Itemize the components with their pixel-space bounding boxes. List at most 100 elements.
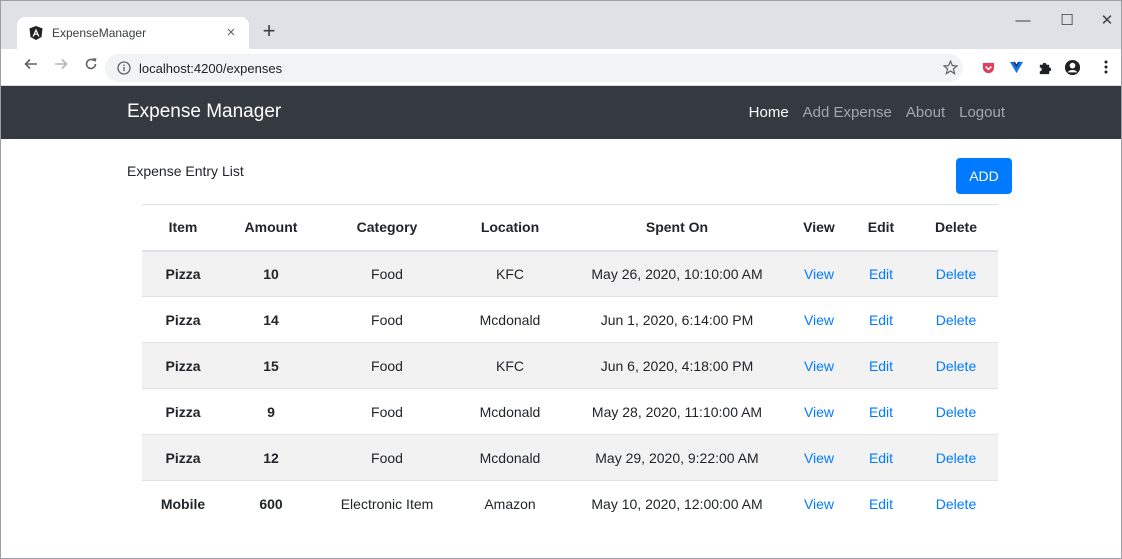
cell-amount: 9 xyxy=(224,388,318,435)
column-header-category: Category xyxy=(318,204,456,252)
more-icon[interactable] xyxy=(1097,58,1115,76)
cell-category: Food xyxy=(318,250,456,297)
cell-spent-on: May 29, 2020, 9:22:00 AM xyxy=(564,434,790,481)
profile-icon[interactable] xyxy=(1063,58,1081,76)
cell-category: Food xyxy=(318,342,456,389)
address-bar[interactable]: localhost:4200/expenses xyxy=(105,54,963,82)
brand-title[interactable]: Expense Manager xyxy=(127,101,281,123)
view-link[interactable]: View xyxy=(804,404,834,420)
cell-item: Pizza xyxy=(142,296,224,343)
edit-link[interactable]: Edit xyxy=(869,496,893,512)
cell-amount: 600 xyxy=(224,480,318,527)
cell-amount: 10 xyxy=(224,250,318,297)
nav-home[interactable]: Home xyxy=(749,104,789,121)
view-link[interactable]: View xyxy=(804,496,834,512)
browser-toolbar: localhost:4200/expenses xyxy=(1,49,1121,86)
table-row: Pizza 14 Food Mcdonald Jun 1, 2020, 6:14… xyxy=(142,296,998,343)
cell-category: Food xyxy=(318,388,456,435)
new-tab-button[interactable]: + xyxy=(259,20,279,42)
expense-table: Item Amount Category Location Spent On V… xyxy=(142,204,998,527)
table-row: Mobile 600 Electronic Item Amazon May 10… xyxy=(142,480,998,527)
cell-edit: Edit xyxy=(848,480,914,527)
cell-item: Pizza xyxy=(142,250,224,297)
cell-category: Food xyxy=(318,296,456,343)
delete-link[interactable]: Delete xyxy=(936,358,976,374)
cell-edit: Edit xyxy=(848,250,914,297)
edit-link[interactable]: Edit xyxy=(869,358,893,374)
close-window-button[interactable]: ✕ xyxy=(1097,11,1117,31)
puzzle-extension-icon[interactable] xyxy=(1035,58,1053,76)
cell-location: Mcdonald xyxy=(456,296,564,343)
angular-logo-icon xyxy=(29,26,43,40)
table-header-row: Item Amount Category Location Spent On V… xyxy=(142,204,998,252)
column-header-location: Location xyxy=(456,204,564,252)
view-link[interactable]: View xyxy=(804,266,834,282)
edit-link[interactable]: Edit xyxy=(869,450,893,466)
delete-link[interactable]: Delete xyxy=(936,266,976,282)
reload-icon[interactable] xyxy=(81,57,101,77)
column-header-item: Item xyxy=(142,204,224,252)
view-link[interactable]: View xyxy=(804,358,834,374)
forward-arrow-icon[interactable] xyxy=(51,57,71,77)
nav-logout[interactable]: Logout xyxy=(959,104,1005,121)
cell-edit: Edit xyxy=(848,434,914,481)
minimize-button[interactable]: — xyxy=(1013,11,1033,31)
cell-spent-on: May 26, 2020, 10:10:00 AM xyxy=(564,250,790,297)
url-text: localhost:4200/expenses xyxy=(139,60,283,76)
table-row: Pizza 12 Food Mcdonald May 29, 2020, 9:2… xyxy=(142,434,998,481)
cell-spent-on: Jun 1, 2020, 6:14:00 PM xyxy=(564,296,790,343)
delete-link[interactable]: Delete xyxy=(936,496,976,512)
cell-view: View xyxy=(790,296,848,343)
delete-link[interactable]: Delete xyxy=(936,312,976,328)
view-link[interactable]: View xyxy=(804,312,834,328)
app-navbar: Expense Manager Home Add Expense About L… xyxy=(1,86,1121,139)
edit-link[interactable]: Edit xyxy=(869,266,893,282)
tab-strip: ExpenseManager × + — ☐ ✕ xyxy=(1,1,1121,49)
table-row: Pizza 10 Food KFC May 26, 2020, 10:10:00… xyxy=(142,250,998,297)
cell-view: View xyxy=(790,342,848,389)
cell-delete: Delete xyxy=(914,296,998,343)
maximize-button[interactable]: ☐ xyxy=(1057,11,1077,31)
edit-link[interactable]: Edit xyxy=(869,404,893,420)
column-header-delete: Delete xyxy=(914,204,998,252)
info-icon[interactable] xyxy=(117,61,131,75)
add-button[interactable]: ADD xyxy=(956,158,1012,194)
cell-location: KFC xyxy=(456,250,564,297)
cell-item: Pizza xyxy=(142,388,224,435)
cell-delete: Delete xyxy=(914,434,998,481)
cell-amount: 15 xyxy=(224,342,318,389)
star-icon[interactable] xyxy=(941,58,959,76)
cell-location: Mcdonald xyxy=(456,388,564,435)
view-link[interactable]: View xyxy=(804,450,834,466)
cell-view: View xyxy=(790,388,848,435)
cell-spent-on: May 28, 2020, 11:10:00 AM xyxy=(564,388,790,435)
cell-amount: 14 xyxy=(224,296,318,343)
cell-view: View xyxy=(790,480,848,527)
pocket-icon[interactable] xyxy=(979,58,997,76)
cell-location: KFC xyxy=(456,342,564,389)
tab-close-icon[interactable]: × xyxy=(223,25,239,41)
vue-devtools-icon[interactable] xyxy=(1007,58,1025,76)
nav-about[interactable]: About xyxy=(906,104,945,121)
cell-item: Pizza xyxy=(142,434,224,481)
nav-add-expense[interactable]: Add Expense xyxy=(803,104,892,121)
column-header-edit: Edit xyxy=(848,204,914,252)
cell-category: Electronic Item xyxy=(318,480,456,527)
edit-link[interactable]: Edit xyxy=(869,312,893,328)
table-row: Pizza 9 Food Mcdonald May 28, 2020, 11:1… xyxy=(142,388,998,435)
cell-item: Mobile xyxy=(142,480,224,527)
cell-amount: 12 xyxy=(224,434,318,481)
column-header-spent-on: Spent On xyxy=(564,204,790,252)
tab-title: ExpenseManager xyxy=(52,26,147,40)
back-arrow-icon[interactable] xyxy=(21,57,41,77)
cell-spent-on: May 10, 2020, 12:00:00 AM xyxy=(564,480,790,527)
cell-item: Pizza xyxy=(142,342,224,389)
cell-edit: Edit xyxy=(848,342,914,389)
cell-spent-on: Jun 6, 2020, 4:18:00 PM xyxy=(564,342,790,389)
cell-edit: Edit xyxy=(848,388,914,435)
delete-link[interactable]: Delete xyxy=(936,450,976,466)
delete-link[interactable]: Delete xyxy=(936,404,976,420)
cell-category: Food xyxy=(318,434,456,481)
tab-expensemanager[interactable]: ExpenseManager × xyxy=(17,17,249,49)
page-title: Expense Entry List xyxy=(127,163,244,179)
